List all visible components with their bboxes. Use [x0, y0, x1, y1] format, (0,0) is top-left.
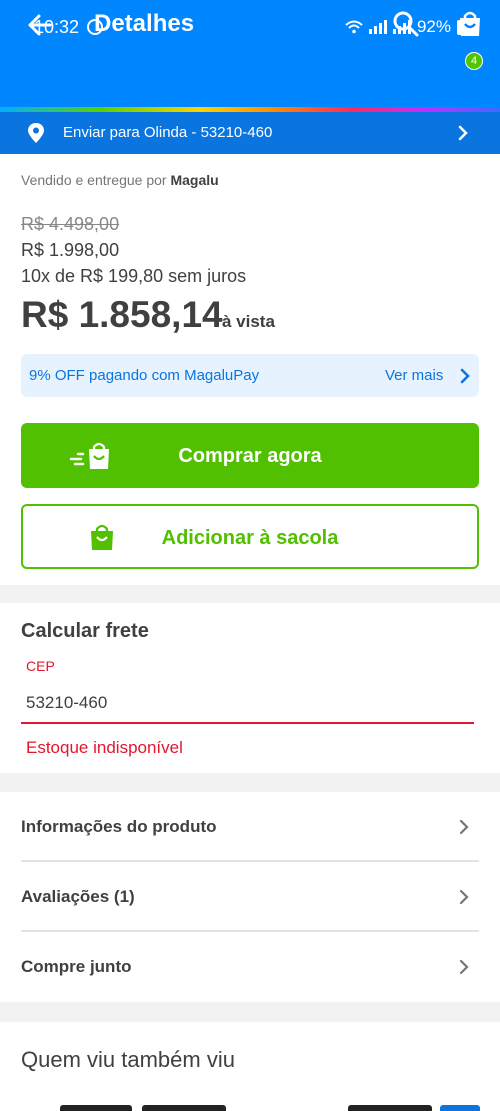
signal-icon	[368, 20, 387, 34]
seller-info: Vendido e entregue por Magalu	[21, 172, 219, 188]
thumbnail-edge[interactable]	[348, 1105, 432, 1111]
search-icon[interactable]	[390, 8, 422, 40]
cep-input[interactable]: 53210-460	[26, 693, 107, 713]
list-item-label: Avaliações (1)	[21, 887, 135, 906]
chevron-right-icon	[459, 819, 469, 835]
magalupay-promo-banner[interactable]: 9% OFF pagando com MagaluPay Ver mais	[21, 354, 479, 397]
cash-price: R$ 1.858,14	[21, 294, 223, 335]
list-item-label: Compre junto	[21, 957, 132, 976]
thumbnail-edge[interactable]	[60, 1105, 132, 1111]
list-item-reviews[interactable]: Avaliações (1)	[21, 862, 479, 932]
top-app-bar: 10:32 92% Detalhes 4	[0, 0, 500, 112]
location-pin-icon	[28, 123, 44, 143]
list-item-buy-together[interactable]: Compre junto	[21, 932, 479, 1002]
wifi-icon	[345, 20, 363, 34]
back-arrow-icon[interactable]	[24, 9, 56, 41]
cash-price-suffix: à vista	[222, 312, 275, 331]
shopping-bag-icon[interactable]	[454, 8, 486, 40]
cart-count-badge: 4	[465, 52, 483, 70]
promo-text: 9% OFF pagando com MagaluPay	[29, 367, 260, 384]
shipping-label: Enviar para Olinda - 53210-460	[63, 124, 273, 141]
seller-prefix: Vendido e entregue por	[21, 172, 167, 188]
related-thumbnails[interactable]	[60, 1105, 480, 1111]
chevron-right-icon	[459, 889, 469, 905]
add-to-bag-button[interactable]: Adicionar à sacola	[21, 504, 479, 569]
installments: 10x de R$ 199,80 sem juros	[21, 266, 247, 286]
stock-error-message: Estoque indisponível	[26, 738, 183, 757]
shipping-address-bar[interactable]: Enviar para Olinda - 53210-460	[0, 112, 500, 154]
chevron-right-icon	[458, 125, 468, 141]
buy-now-label: Comprar agora	[178, 445, 322, 467]
list-item-product-info[interactable]: Informações do produto	[21, 792, 479, 862]
freight-title: Calcular frete	[21, 620, 149, 642]
add-to-bag-label: Adicionar à sacola	[161, 527, 339, 549]
list-item-label: Informações do produto	[21, 817, 217, 836]
battery-percent: 92%	[416, 17, 451, 36]
related-products-section: Quem viu também viu	[0, 1022, 500, 1111]
cep-input-underline	[21, 722, 474, 724]
promo-see-more-link[interactable]: Ver mais	[385, 367, 443, 384]
related-title: Quem viu também viu	[21, 1047, 235, 1072]
price-section: Vendido e entregue por Magalu R$ 4.498,0…	[0, 154, 500, 585]
thumbnail-edge[interactable]	[440, 1105, 480, 1111]
thumbnail-edge[interactable]	[142, 1105, 226, 1111]
regular-price: R$ 1.998,00	[21, 240, 120, 260]
cep-field-label: CEP	[26, 658, 55, 674]
seller-name[interactable]: Magalu	[170, 172, 218, 188]
buy-now-button[interactable]: Comprar agora	[21, 423, 479, 488]
status-bar: 10:32 92%	[0, 0, 500, 54]
page-title: Detalhes	[94, 10, 195, 37]
product-info-list: Informações do produto Avaliações (1) Co…	[0, 792, 500, 1002]
chevron-right-icon	[460, 368, 470, 384]
old-price: R$ 4.498,00	[21, 214, 120, 234]
chevron-right-icon	[459, 959, 469, 975]
freight-calculator: Calcular frete CEP 53210-460 Estoque ind…	[0, 603, 500, 773]
